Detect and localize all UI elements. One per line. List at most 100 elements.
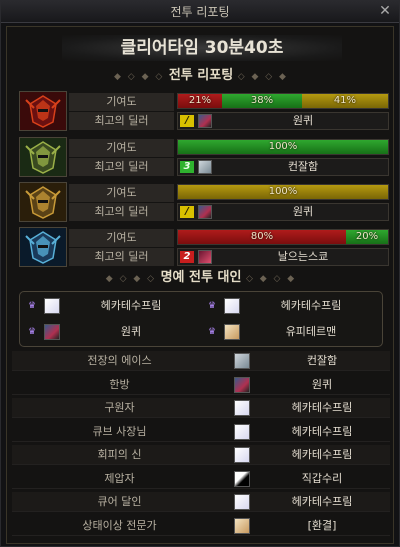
dealer-name[interactable]: 원퀴 [218,113,388,129]
rank-crown-icon: ♛ [28,327,37,337]
award-avatar [234,376,250,393]
honor-player[interactable]: ♛ 헤카테수프림 [202,296,380,318]
window-titlebar: 전투 리포팅 ✕ [1,1,399,23]
honor-player[interactable]: ♛ 헤카테수프림 [22,296,200,318]
award-row: 상태이상 전문가 [환결] [12,516,390,536]
class-badge-icon: 3 [180,161,194,173]
honor-player-name: 원퀴 [120,325,142,338]
rank-crown-icon: ♛ [208,301,217,311]
award-player-name[interactable]: 헤카테수프림 [257,398,387,418]
contribution-bar: 100% [177,184,389,200]
award-title: 전장의 에이스 [87,354,152,367]
top-dealer-label: 최고의 딜러 [69,203,174,221]
honor-section-header: ◆ ◇ ◆ ◇ 명예 전투 대인 ◇ ◆ ◇ ◆ [7,269,395,287]
clear-time: 클리어타임 30분40초 [120,38,284,58]
dealer-name[interactable]: 컨잘함 [218,159,388,175]
gold-armor-portrait [19,182,67,222]
dealer-name[interactable]: 원퀴 [218,204,388,220]
award-player-name[interactable]: 헤카테수프림 [257,445,387,465]
award-player-name[interactable]: [환결] [257,516,387,536]
contribution-segment: 38% [222,94,302,108]
honor-player-name: 헤카테수프림 [100,299,162,312]
award-avatar [234,470,250,487]
top-dealer-label: 최고의 딜러 [69,248,174,266]
player-block: 기여도 100% 최고의 딜러 3 컨잘함 [19,137,389,177]
player-block: 기여도 100% 최고의 딜러 / 원퀴 [19,182,389,222]
award-row: 회피의 신 헤카테수프림 [12,445,390,465]
award-title: 구원자 [104,401,135,414]
ornament-left: ◆ ◇ ◆ ◇ [114,72,165,82]
award-row: 제압자 직갑수리 [12,469,390,489]
contribution-row: 기여도 21% 38% 41% [69,93,389,111]
contribution-segment: 100% [178,185,388,199]
player-block: 기여도 80% 20% 최고의 딜러 2 날으는스쿄 [19,227,389,267]
honor-section-title: 명예 전투 대인 [160,270,242,285]
award-title: 제압자 [104,471,135,485]
top-dealer-label: 최고의 딜러 [69,158,174,176]
contribution-segment: 20% [346,230,388,244]
honor-avatar [224,298,240,314]
award-row: 큐어 달인 헤카테수프림 [12,492,390,512]
dealer-avatar [198,160,212,174]
award-list: 전장의 에이스 컨잘함 한방 원퀴 구원자 헤카테수프림 큐브 사장님 헤카테수프림 회피의 신… [12,351,390,541]
award-avatar [234,447,250,463]
contribution-bar: 80% 20% [177,229,389,245]
red-armor-portrait [19,91,67,131]
class-badge-icon: / [180,115,194,127]
award-row: 전장의 에이스 컨잘함 [12,351,390,371]
top-dealer-row: 최고의 딜러 3 컨잘함 [69,158,389,176]
dealer-avatar [198,114,212,128]
report-section-title: 전투 리포팅 [168,68,234,83]
contribution-bar: 21% 38% 41% [177,93,389,109]
award-avatar [234,494,250,510]
contribution-row: 기여도 100% [69,139,389,157]
class-badge-icon: 2 [180,251,194,263]
award-player-name[interactable]: 헤카테수프림 [257,492,387,512]
battle-report-window: 전투 리포팅 ✕ 클리어타임 30분40초 ◆ ◇ ◆ ◇ 전투 리포팅 ◇ ◆… [0,0,400,547]
top-dealer-row: 최고의 딜러 2 날으는스쿄 [69,248,389,266]
dealer-avatar [198,250,212,264]
contribution-segment: 41% [301,94,388,108]
award-avatar [234,517,250,534]
top-dealer-row: 최고의 딜러 / 원퀴 [69,112,389,130]
honor-player[interactable]: ♛ 원퀴 [22,322,200,344]
award-player-name[interactable]: 원퀴 [257,375,387,395]
honor-player-name: 헤카테수프림 [280,299,342,312]
close-icon[interactable]: ✕ [377,3,393,19]
award-avatar [234,400,250,416]
award-title: 큐브 사장님 [92,424,147,438]
award-title: 한방 [109,377,130,391]
dealer-avatar [198,205,212,219]
contribution-row: 기여도 100% [69,184,389,202]
award-title: 큐어 달인 [97,495,142,508]
contribution-label: 기여도 [69,139,174,157]
report-section-header: ◆ ◇ ◆ ◇ 전투 리포팅 ◇ ◆ ◇ ◆ [7,67,395,85]
dealer-name[interactable]: 날으는스쿄 [218,249,388,265]
ornament-right: ◇ ◆ ◇ ◆ [245,274,297,284]
top-dealer-info: / 원퀴 [177,203,389,221]
rank-crown-icon: ♛ [208,327,217,337]
award-player-name[interactable]: 헤카테수프림 [257,422,387,442]
green-armor-portrait [19,137,67,177]
blue-armor-portrait [19,227,67,267]
award-player-name[interactable]: 컨잘함 [257,351,387,371]
contribution-label: 기여도 [69,93,174,111]
honor-avatar [44,324,60,340]
award-row: 한방 원퀴 [12,375,390,395]
contribution-row: 기여도 80% 20% [69,229,389,247]
award-player-name[interactable]: 직갑수리 [257,469,387,489]
top-dealer-info: 3 컨잘함 [177,158,389,176]
ornament-right: ◇ ◆ ◇ ◆ [237,72,288,82]
report-panel: 클리어타임 30분40초 ◆ ◇ ◆ ◇ 전투 리포팅 ◇ ◆ ◇ ◆ 기여도 2… [6,26,394,544]
contribution-label: 기여도 [69,184,174,202]
award-row: 구원자 헤카테수프림 [12,398,390,418]
honor-player-name: 유피테르맨 [285,325,337,338]
contribution-segment: 21% [178,94,223,108]
rank-crown-icon: ♛ [28,301,37,311]
honor-player[interactable]: ♛ 유피테르맨 [202,322,380,344]
award-title: 상태이상 전문가 [82,518,157,532]
contribution-bar: 100% [177,139,389,155]
award-title: 회피의 신 [97,448,142,461]
award-avatar [234,353,250,369]
top-dealer-row: 최고의 딜러 / 원퀴 [69,203,389,221]
